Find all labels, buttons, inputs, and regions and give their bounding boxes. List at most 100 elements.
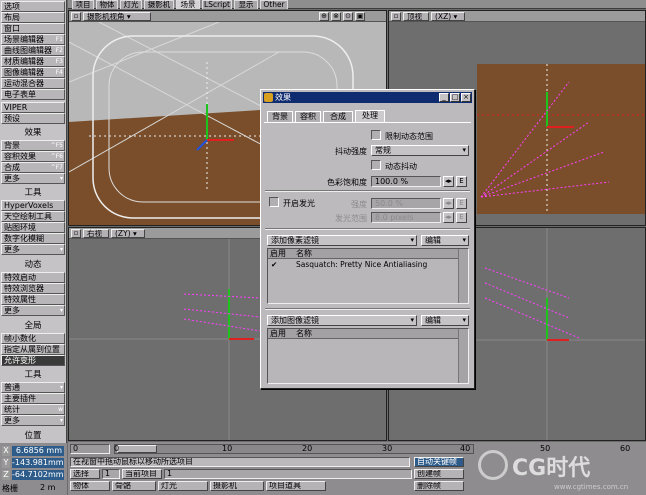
motion-mixer-button[interactable]: 运动混合器	[1, 78, 65, 89]
glow-radius-envelope-button[interactable]: E	[456, 212, 467, 223]
statistics-button[interactable]: 统计 w	[1, 404, 65, 415]
compositing-button[interactable]: 合成 ^F7	[1, 162, 65, 173]
glow-intensity-field[interactable]: 50.0 %	[371, 198, 441, 209]
graph-editor-button[interactable]: 曲线图编辑器 F2	[1, 45, 65, 56]
tab-compositing[interactable]: 合成	[323, 111, 353, 122]
view-mode-icon[interactable]: ▣	[355, 12, 365, 21]
y-position-field[interactable]: -143.981mm	[12, 458, 64, 468]
glow-radius-field[interactable]: 8.0 pixels	[371, 212, 441, 223]
camera-view-selector[interactable]: 摄影机视角 ▾	[83, 12, 151, 21]
fx-browser-button[interactable]: 特效浏览器	[1, 283, 65, 294]
color-saturation-field[interactable]: 100.0 %	[371, 176, 441, 187]
pixel-filter-list[interactable]: 启用 名称 ✔ Sasquatch: Pretty Nice Antialias…	[267, 248, 469, 304]
tab-lscript[interactable]: LScript	[202, 0, 232, 9]
hypervoxels-button[interactable]: HyperVoxels	[1, 200, 65, 211]
animated-dither-checkbox[interactable]	[371, 160, 381, 170]
master-plugins-button[interactable]: 主要插件	[1, 393, 65, 404]
options-button[interactable]: 选项	[1, 1, 65, 12]
close-icon[interactable]: ×	[461, 93, 471, 102]
watermark-logo-text: CG时代	[512, 456, 591, 481]
lights-mode-button[interactable]: 灯光	[158, 481, 208, 491]
top-view-axes[interactable]: (XZ) ▾	[431, 12, 465, 21]
start-frame-field[interactable]: 0	[70, 444, 110, 454]
spreadsheet-button[interactable]: 电子表单	[1, 89, 65, 100]
tools-more-button[interactable]: 更多 ▾	[1, 244, 65, 255]
backdrop-button[interactable]: 背景 ^F5	[1, 140, 65, 151]
tab-objects[interactable]: 物体	[96, 0, 118, 9]
saturation-envelope-button[interactable]: E	[456, 176, 467, 187]
color-saturation-label: 色彩饱和度	[327, 178, 367, 187]
limited-dynamic-range-checkbox[interactable]	[371, 130, 381, 140]
dynamics-more-button[interactable]: 更多 ▾	[1, 305, 65, 316]
create-key-button[interactable]: 创建帧	[414, 469, 464, 479]
scene-editor-button[interactable]: 场景编辑器 F1	[1, 34, 65, 45]
add-image-filter-dropdown[interactable]: 添加图像滤镜 ▾	[267, 315, 417, 326]
glow-intensity-spin-button[interactable]: ◂▸	[443, 198, 454, 209]
image-filter-edit-dropdown[interactable]: 编辑 ▾	[421, 315, 469, 326]
viewport-maximize-icon[interactable]: ▫	[71, 12, 81, 21]
effects-dialog: 效果 _ □ × 背景 容积 合成 处理 限制动态范围 抖动强度 常规 ▾ 动态抖…	[260, 89, 475, 389]
viewport-maximize-icon[interactable]: ▫	[391, 12, 401, 21]
tab-other[interactable]: Other	[260, 0, 288, 9]
tab-scene[interactable]: 场景	[176, 0, 200, 9]
current-item-dropdown[interactable]: 1	[164, 469, 412, 479]
auto-key-button[interactable]: 自动关键帧	[414, 457, 464, 467]
tab-display[interactable]: 显示	[234, 0, 258, 9]
enabled-check-icon[interactable]: ✔	[271, 260, 277, 270]
tab-lights[interactable]: 灯光	[120, 0, 142, 9]
parent-in-place-button[interactable]: 指定从属到位置	[1, 344, 65, 355]
general-button[interactable]: 普通 ▾	[1, 382, 65, 393]
fx-property-button[interactable]: 特效属性	[1, 294, 65, 305]
maximize-icon[interactable]: □	[450, 93, 460, 102]
rotate-view-icon[interactable]: ⊗	[331, 12, 341, 21]
top-view-selector[interactable]: 顶视	[403, 12, 429, 21]
x-position-field[interactable]: 6.6856 mm	[12, 446, 64, 456]
texture-environment-button[interactable]: 贴图环境	[1, 222, 65, 233]
image-editor-button[interactable]: 图像编辑器 F4	[1, 67, 65, 78]
effects-more-button[interactable]: 更多 ▾	[1, 173, 65, 184]
image-filter-scrollbar[interactable]	[458, 329, 468, 383]
enable-glow-checkbox[interactable]	[269, 197, 279, 207]
objects-mode-button[interactable]: 物体	[70, 481, 110, 491]
glow-intensity-envelope-button[interactable]: E	[456, 198, 467, 209]
delete-key-button[interactable]: 删除帧	[414, 481, 464, 491]
fx-start-button[interactable]: 特效启动	[1, 272, 65, 283]
zoom-view-icon[interactable]: ⊙	[343, 12, 353, 21]
window-button[interactable]: 窗口	[1, 23, 65, 34]
item-properties-button[interactable]: 项目道具	[266, 481, 326, 491]
right-view-axes[interactable]: (ZY) ▾	[111, 229, 145, 238]
viewport-maximize-icon[interactable]: ▫	[71, 229, 81, 238]
list-item[interactable]: ✔ Sasquatch: Pretty Nice Antialiasing	[268, 260, 458, 270]
fractional-frames-button[interactable]: 帧小数化	[1, 333, 65, 344]
presets-button[interactable]: 预设	[1, 113, 65, 124]
tab-processing[interactable]: 处理	[355, 110, 385, 122]
minimize-icon[interactable]: _	[439, 93, 449, 102]
dither-intensity-dropdown[interactable]: 常规 ▾	[371, 145, 469, 156]
bones-mode-button[interactable]: 骨骼	[112, 481, 156, 491]
viper-button[interactable]: VIPER	[1, 102, 65, 113]
tab-camera[interactable]: 摄影机	[144, 0, 174, 9]
cameras-mode-button[interactable]: 摄影机	[210, 481, 264, 491]
glow-radius-spin-button[interactable]: ◂▸	[443, 212, 454, 223]
digital-blur-button[interactable]: 数字化模糊	[1, 233, 65, 244]
add-pixel-filter-dropdown[interactable]: 添加像素滤镜 ▾	[267, 235, 417, 246]
image-filter-list[interactable]: 启用 名称	[267, 328, 469, 384]
tab-backdrop[interactable]: 背景	[267, 111, 293, 122]
tab-volumetrics[interactable]: 容积	[295, 111, 321, 122]
y-axis-label: Y	[2, 458, 10, 468]
volumetrics-button[interactable]: 容积效果 ^F6	[1, 151, 65, 162]
surface-editor-button[interactable]: 材质编辑器 F3	[1, 56, 65, 67]
enable-deform-button[interactable]: 允许变形	[1, 355, 65, 366]
sky-tracer-button[interactable]: 天空绘制工具	[1, 211, 65, 222]
select-count-field[interactable]: 1	[102, 469, 120, 479]
tools2-more-button[interactable]: 更多 ▾	[1, 415, 65, 426]
pixel-filter-scrollbar[interactable]	[458, 249, 468, 303]
move-view-icon[interactable]: ⊕	[319, 12, 329, 21]
right-view-selector[interactable]: 右视	[83, 229, 109, 238]
effects-dialog-titlebar[interactable]: 效果 _ □ ×	[263, 92, 472, 103]
z-position-field[interactable]: -64.7102mm	[12, 470, 64, 480]
saturation-spin-button[interactable]: ◂▸	[443, 176, 454, 187]
pixel-filter-edit-dropdown[interactable]: 编辑 ▾	[421, 235, 469, 246]
layout-button[interactable]: 布局	[1, 12, 65, 23]
tab-items[interactable]: 项目	[72, 0, 94, 9]
